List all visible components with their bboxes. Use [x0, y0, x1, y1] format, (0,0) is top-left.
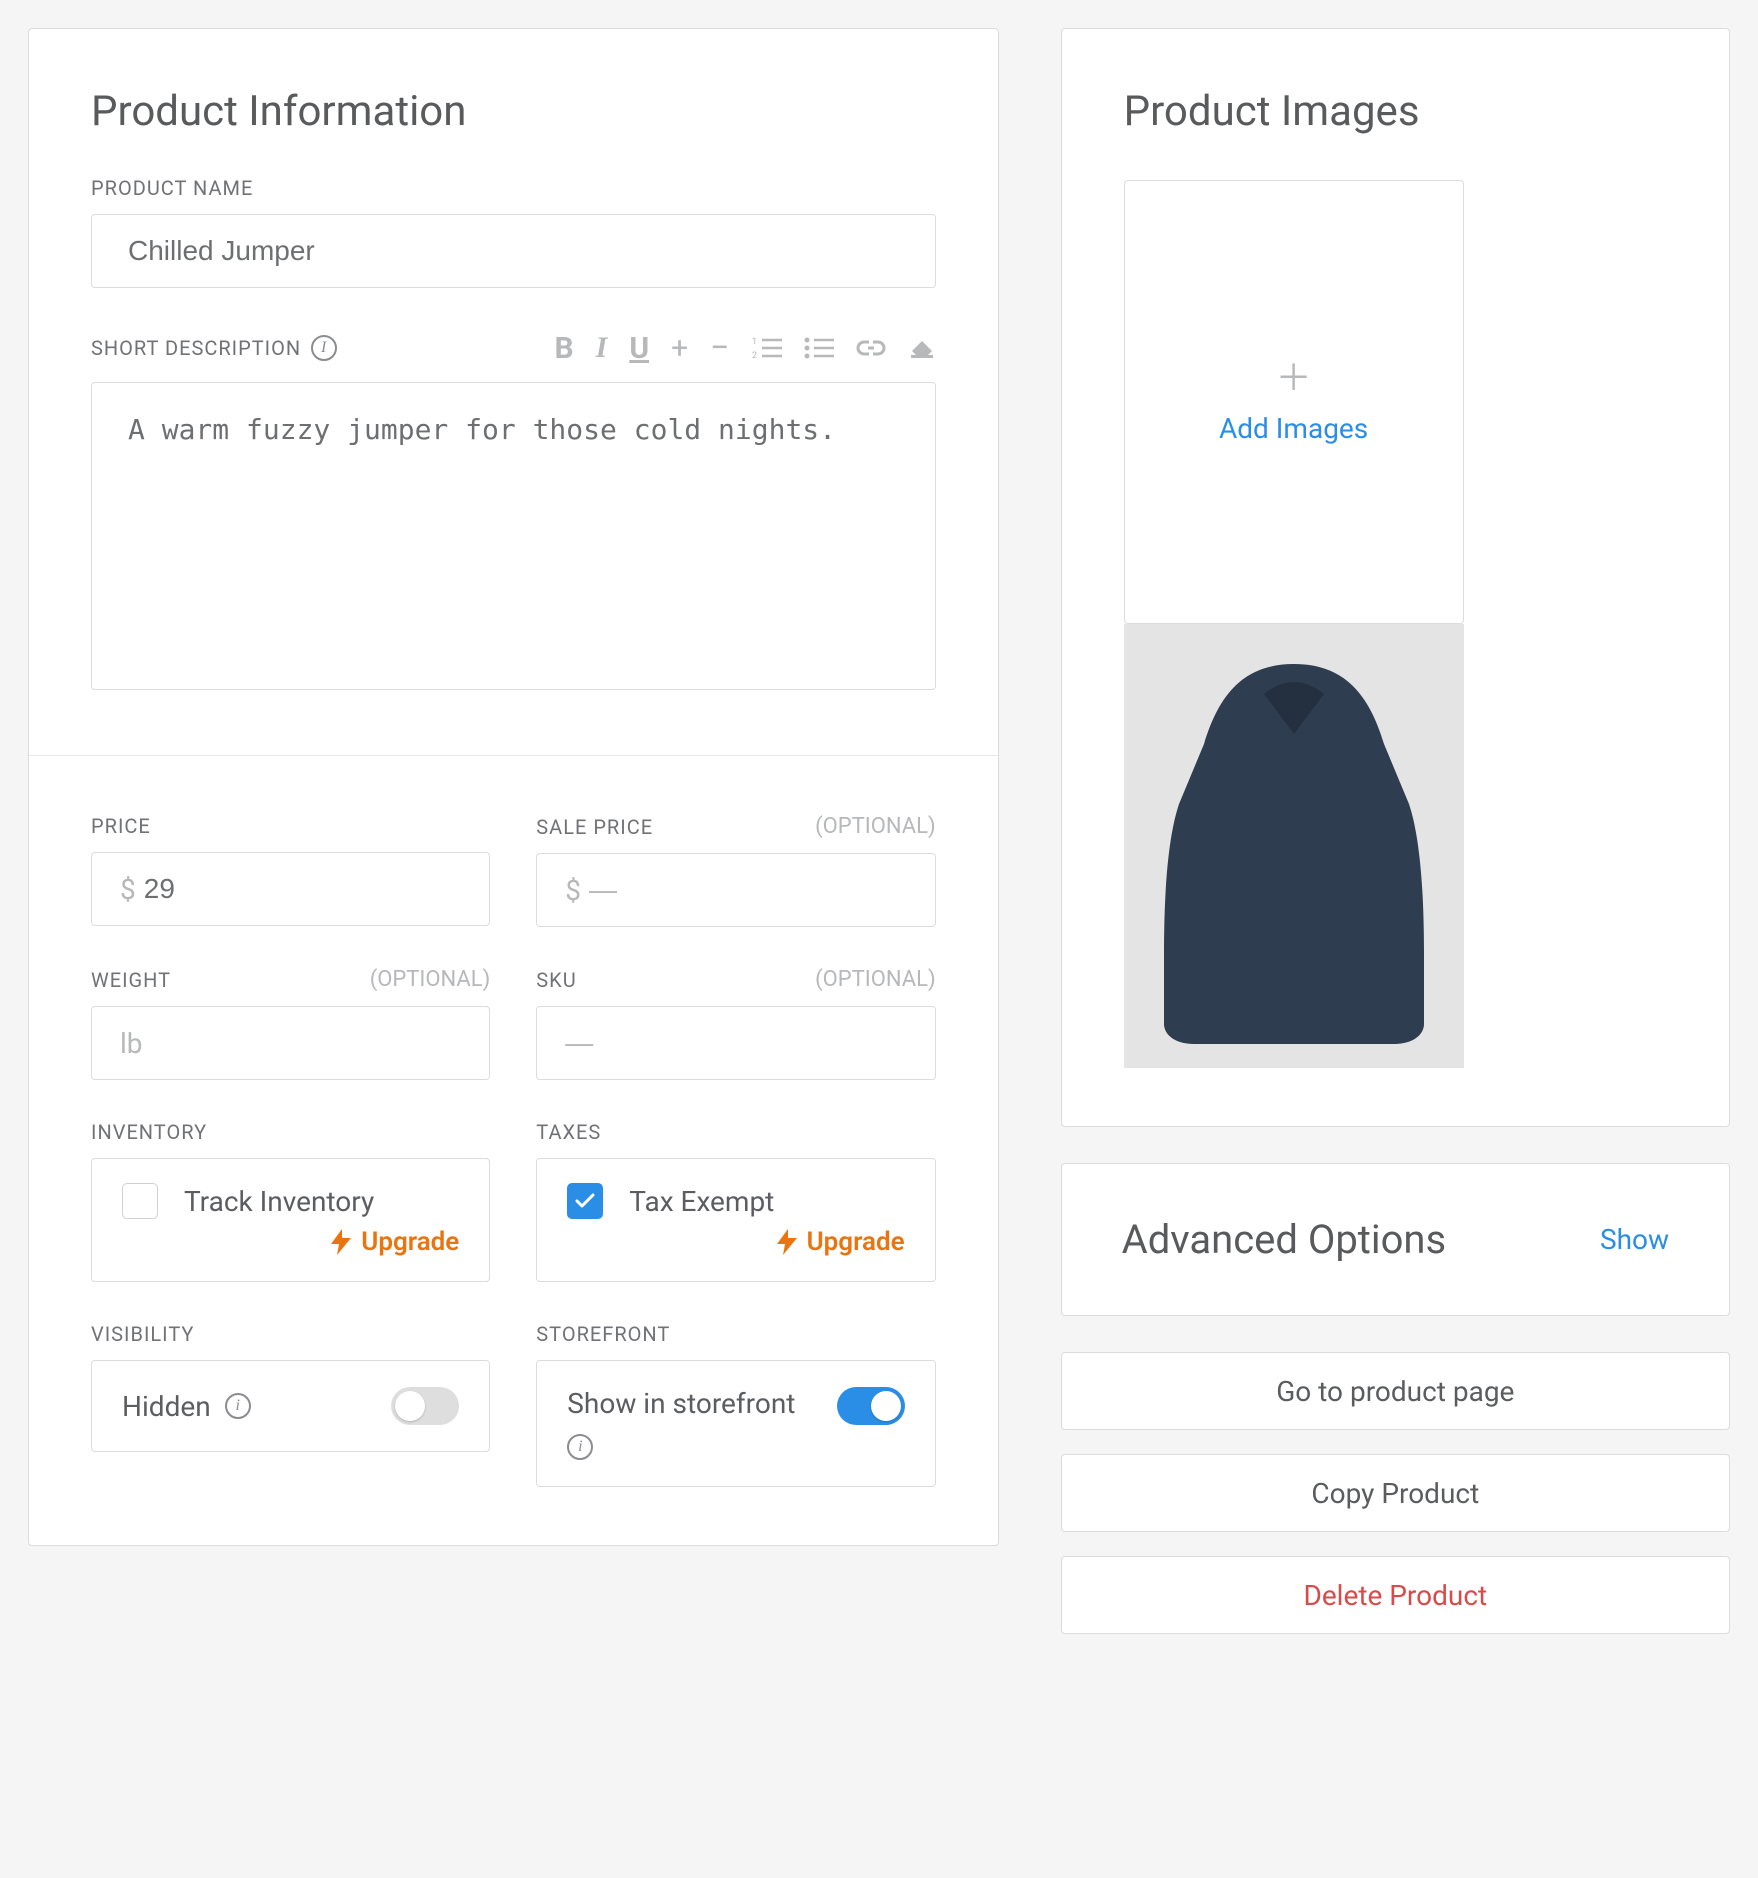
ordered-list-icon[interactable]: 12: [752, 336, 782, 360]
add-images-dropzone[interactable]: ＋ Add Images: [1124, 180, 1464, 624]
currency-symbol: $: [565, 874, 581, 907]
bold-icon[interactable]: B: [555, 331, 574, 366]
product-image-thumbnail[interactable]: [1124, 624, 1464, 1068]
advanced-options-show-link[interactable]: Show: [1600, 1223, 1669, 1256]
delete-product-button[interactable]: Delete Product: [1061, 1556, 1730, 1634]
track-inventory-checkbox[interactable]: [122, 1183, 158, 1219]
plus-icon: ＋: [1276, 360, 1312, 396]
price-input-wrap[interactable]: $: [91, 852, 490, 926]
show-in-storefront-label: Show in storefront: [567, 1387, 795, 1420]
info-icon[interactable]: i: [225, 1393, 251, 1419]
italic-icon[interactable]: I: [596, 331, 608, 365]
weight-label: WEIGHT: [91, 968, 171, 992]
taxes-label: TAXES: [536, 1120, 935, 1144]
visibility-toggle[interactable]: [391, 1387, 459, 1425]
svg-text:1: 1: [752, 337, 757, 347]
track-inventory-label: Track Inventory: [184, 1185, 374, 1218]
upgrade-inventory-link[interactable]: Upgrade: [122, 1227, 459, 1257]
upgrade-taxes-link[interactable]: Upgrade: [567, 1227, 904, 1257]
price-input[interactable]: [144, 873, 462, 905]
add-images-label: Add Images: [1219, 412, 1368, 445]
font-increase-icon[interactable]: +: [671, 331, 688, 366]
tax-exempt-label: Tax Exempt: [629, 1185, 774, 1218]
optional-label: (OPTIONAL): [815, 967, 936, 992]
hidden-label: Hidden: [122, 1390, 211, 1423]
sale-price-input-wrap[interactable]: $: [536, 853, 935, 927]
lightning-icon: [777, 1229, 797, 1255]
short-description-input[interactable]: [91, 382, 936, 690]
product-images-title: Product Images: [1124, 87, 1667, 136]
sale-price-label: SALE PRICE: [536, 815, 653, 839]
price-label: PRICE: [91, 814, 490, 838]
storefront-toggle[interactable]: [837, 1387, 905, 1425]
link-icon[interactable]: [856, 338, 886, 358]
sku-input[interactable]: [536, 1006, 935, 1080]
sku-label: SKU: [536, 968, 576, 992]
product-name-input[interactable]: [91, 214, 936, 288]
advanced-options-title: Advanced Options: [1122, 1216, 1447, 1263]
check-icon: [575, 1193, 595, 1209]
tax-exempt-checkbox[interactable]: [567, 1183, 603, 1219]
info-icon[interactable]: i: [311, 335, 337, 361]
sale-price-input[interactable]: [589, 874, 907, 906]
underline-icon[interactable]: U: [629, 331, 649, 366]
product-name-label: PRODUCT NAME: [91, 176, 936, 200]
product-info-title: Product Information: [91, 87, 936, 136]
rich-text-toolbar: B I U + − 12: [555, 328, 936, 368]
optional-label: (OPTIONAL): [815, 814, 936, 839]
weight-unit: lb: [120, 1027, 143, 1060]
short-description-label: SHORT DESCRIPTION: [91, 336, 301, 360]
inventory-label: INVENTORY: [91, 1120, 490, 1144]
unordered-list-icon[interactable]: [804, 336, 834, 360]
currency-symbol: $: [120, 873, 136, 906]
optional-label: (OPTIONAL): [370, 967, 491, 992]
svg-text:2: 2: [752, 351, 757, 360]
clear-format-icon[interactable]: [908, 337, 936, 359]
go-to-product-page-button[interactable]: Go to product page: [1061, 1352, 1730, 1430]
visibility-label: VISIBILITY: [91, 1322, 490, 1346]
copy-product-button[interactable]: Copy Product: [1061, 1454, 1730, 1532]
info-icon[interactable]: i: [567, 1434, 593, 1460]
storefront-label: STOREFRONT: [536, 1322, 935, 1346]
weight-input[interactable]: lb: [91, 1006, 490, 1080]
lightning-icon: [331, 1229, 351, 1255]
font-decrease-icon[interactable]: −: [710, 328, 729, 368]
